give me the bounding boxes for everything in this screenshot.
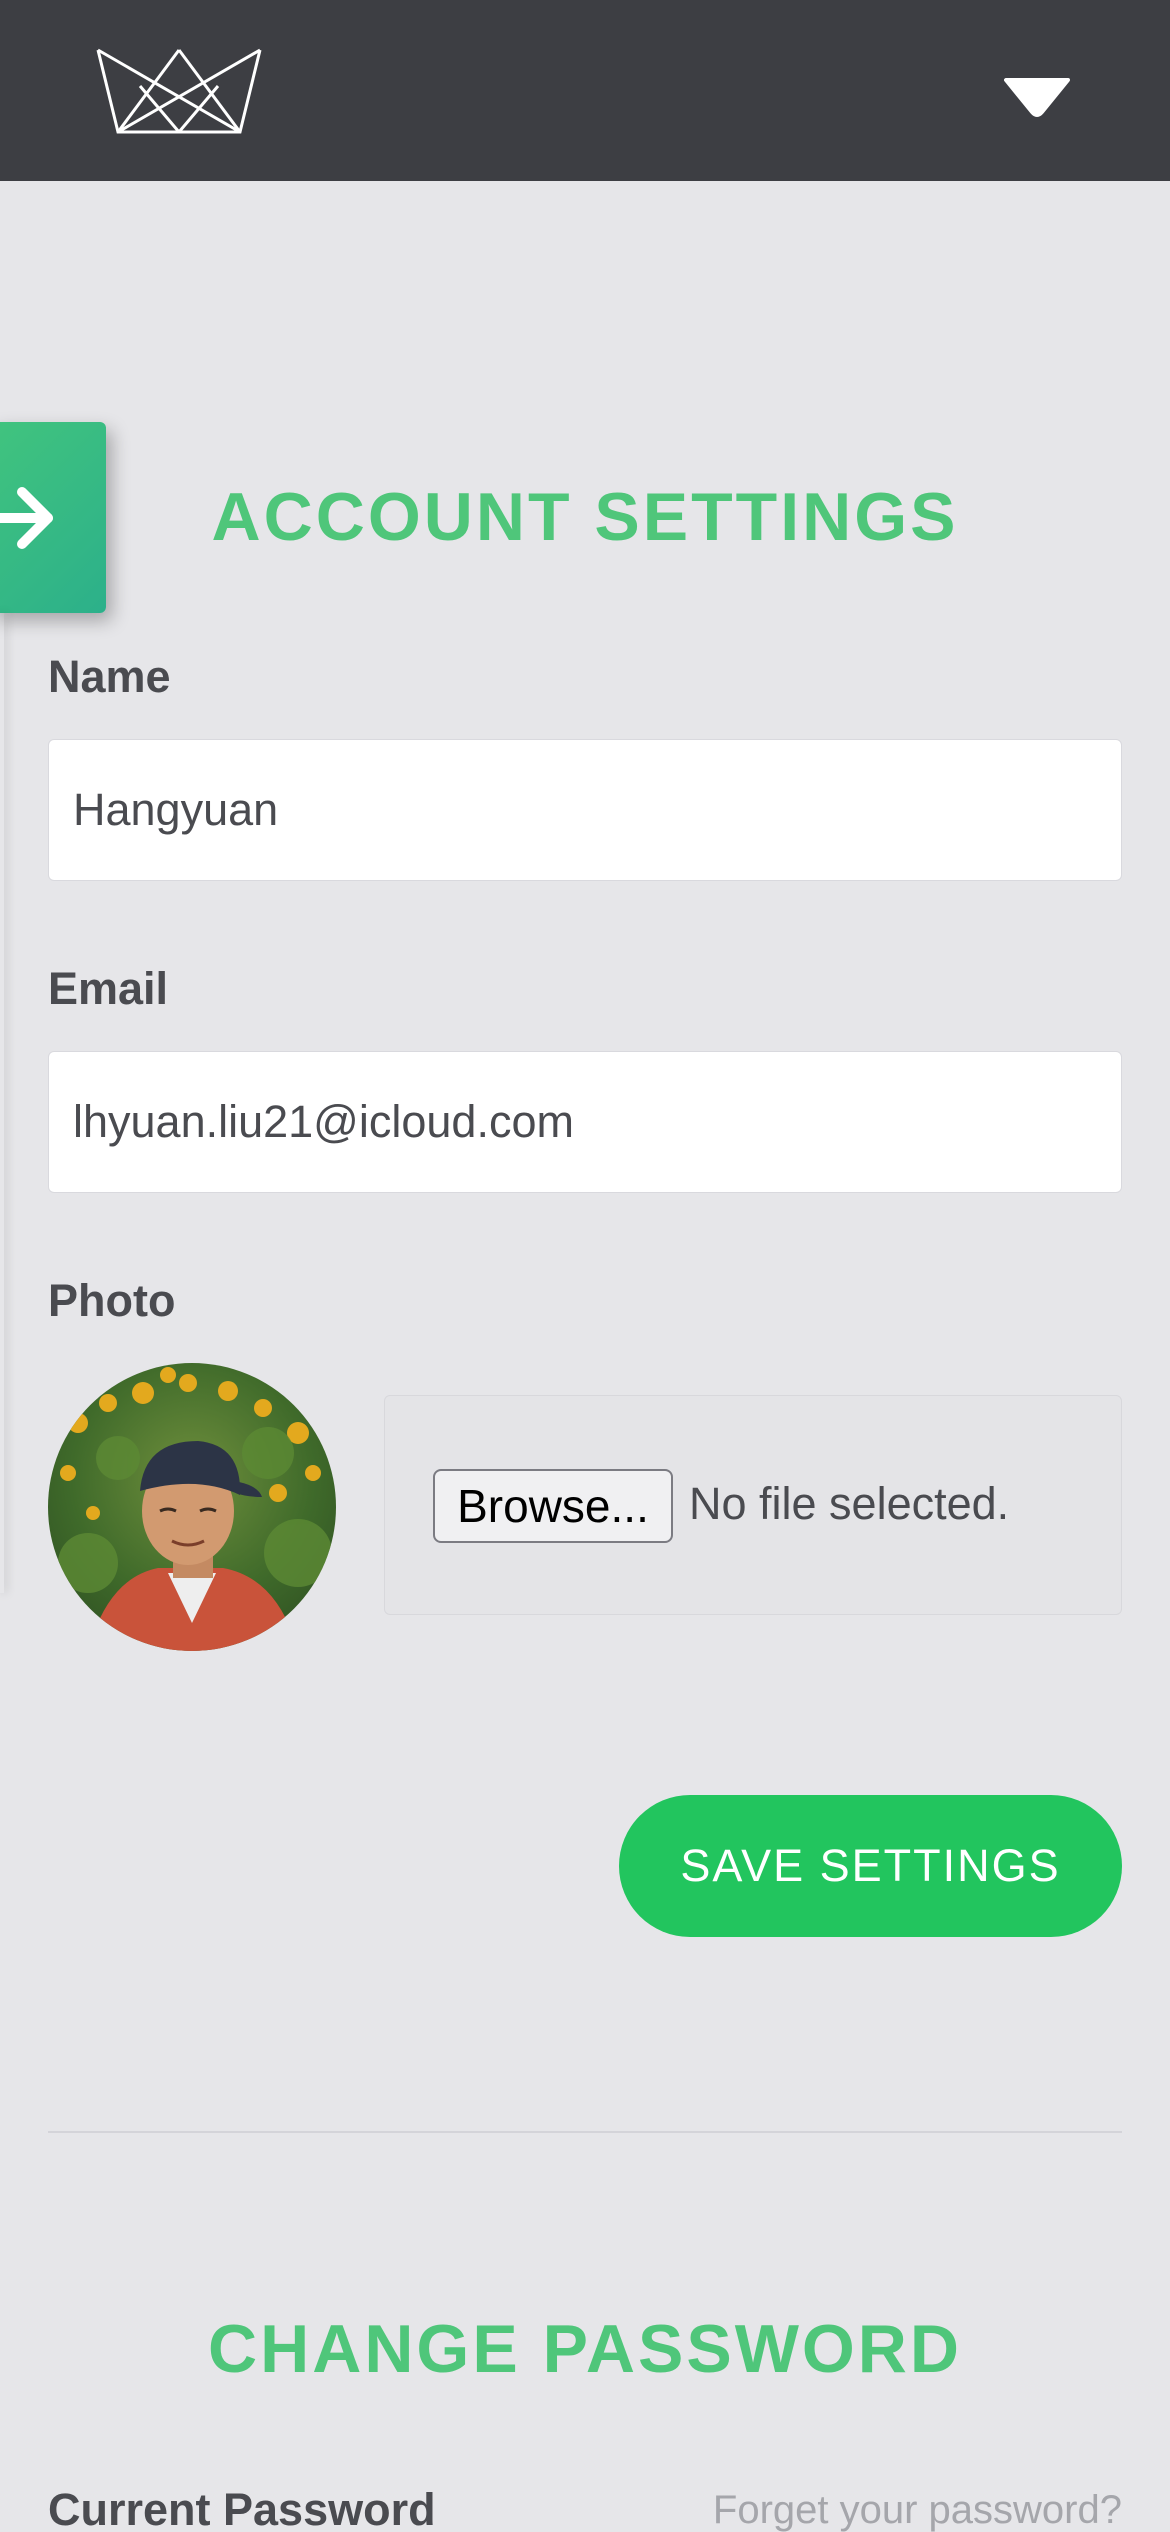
name-label: Name [48,651,171,702]
name-input[interactable] [48,739,1122,881]
browse-button[interactable]: Browse... [433,1469,673,1543]
save-settings-button[interactable]: SAVE SETTINGS [619,1795,1122,1937]
file-upload-box: Browse... No file selected. [384,1395,1122,1615]
profile-photo [48,1363,336,1651]
section-divider [48,2131,1122,2133]
change-password-title: CHANGE PASSWORD [208,2311,962,2387]
avatar [48,1363,336,1651]
account-settings-page: ACCOUNT SETTINGS Name Email Photo [0,0,1170,2532]
side-nav-shadow [0,613,4,1593]
current-password-label: Current Password [48,2484,436,2532]
photo-label: Photo [48,1275,176,1326]
crown-logo-icon[interactable] [96,46,262,136]
email-label: Email [48,963,169,1014]
account-settings-title: ACCOUNT SETTINGS [211,479,959,555]
chevron-down-icon[interactable] [1004,72,1070,118]
file-status-text: No file selected. [689,1478,1010,1529]
forgot-password-link[interactable]: Forget your password? [713,2488,1122,2532]
top-bar [0,0,1170,181]
email-input[interactable] [48,1051,1122,1193]
